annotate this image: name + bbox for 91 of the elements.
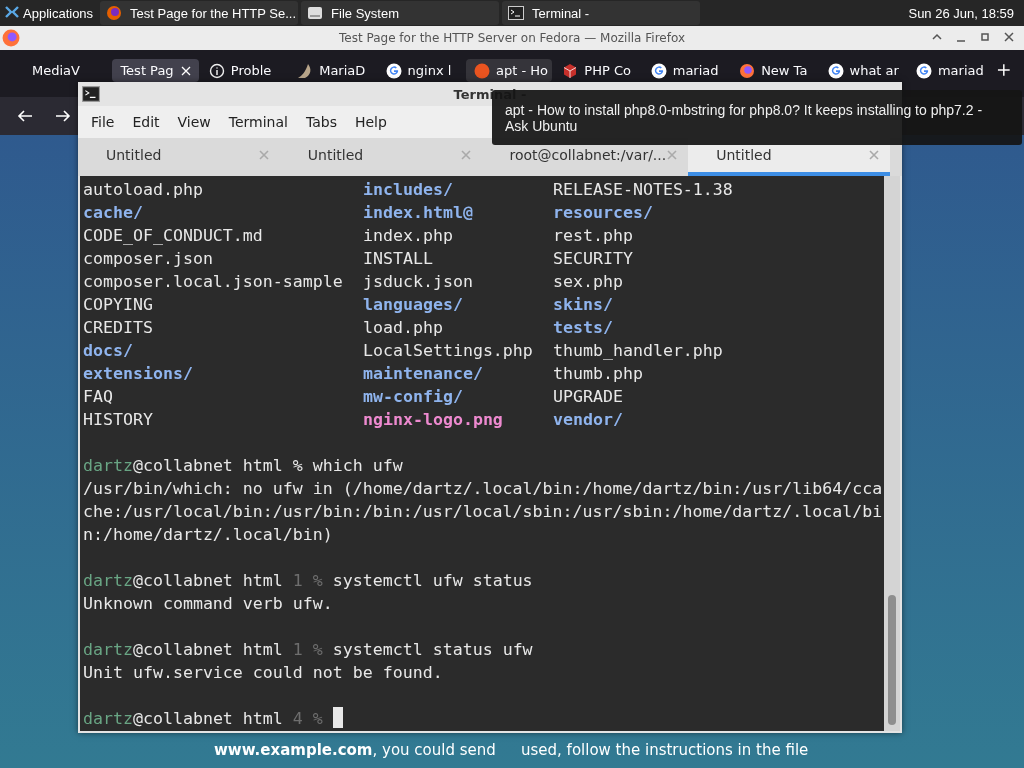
file-name: load.php [363, 318, 443, 337]
output-line: /usr/bin/which: no ufw in (/home/dartz/.local/bin:/home/dartz/bin:/usr/lib64/cca [83, 478, 883, 500]
output-line: Unknown command verb ufw. [83, 593, 333, 615]
cube-icon [562, 62, 579, 79]
menu-item[interactable]: Help [345, 114, 396, 130]
file-name: sex.php [553, 272, 623, 291]
browser-tab[interactable]: New Ta [731, 59, 818, 82]
browser-tab[interactable]: Test Pag [112, 59, 199, 82]
file-name: autoload.php [83, 180, 203, 199]
menu-item[interactable]: Tabs [296, 114, 346, 130]
prompt-line: dartz@collabnet html 4 % [83, 708, 324, 730]
browser-tab[interactable]: what ar [819, 59, 906, 82]
applications-menu[interactable]: Applications [0, 5, 98, 21]
drive-icon [307, 5, 324, 21]
file-name: thumb_handler.php [553, 341, 723, 360]
clock: Sun 26 Jun, 18:59 [908, 5, 1015, 21]
file-name: mw-config/ [363, 387, 463, 406]
file-name: index.php [363, 226, 453, 245]
output-line: n:/home/dartz/.local/bin) [83, 524, 333, 546]
file-name: tests/ [553, 318, 613, 337]
file-name: composer.local.json-sample [83, 272, 343, 291]
browser-tab[interactable]: nginx l [377, 59, 464, 82]
browser-tab[interactable]: apt - Ho [465, 59, 553, 82]
google-icon [385, 62, 402, 79]
output-line: Unit ufw.service could not be found. [83, 662, 443, 684]
close-icon[interactable] [1002, 30, 1016, 44]
file-name: FAQ [83, 387, 113, 406]
scrollbar-thumb[interactable] [888, 595, 896, 725]
terminal-tab[interactable]: Untitled [78, 138, 280, 176]
browser-tab[interactable]: Proble [200, 59, 288, 82]
file-name: vendor/ [553, 410, 623, 429]
maximize-icon[interactable] [978, 30, 992, 44]
prompt-line: dartz@collabnet html % which ufw [83, 455, 403, 477]
file-name: jsduck.json [363, 272, 473, 291]
google-icon [915, 62, 932, 79]
file-name: skins/ [553, 295, 613, 314]
file-name: maintenance/ [363, 364, 483, 383]
taskbar-button[interactable]: File System [301, 1, 500, 25]
file-name: nginx-logo.png [363, 410, 503, 429]
file-name: LocalSettings.php [363, 341, 533, 360]
file-name: COPYING [83, 295, 153, 314]
file-name: composer.json [83, 249, 213, 268]
task-label: File System [331, 5, 399, 21]
browser-tab[interactable]: MediaV [24, 59, 111, 82]
page-text: used, follow the instructions in the file [521, 741, 810, 760]
window-title: Test Page for the HTTP Server on Fedora — Mozilla Firefox [339, 31, 685, 45]
file-name: rest.php [553, 226, 633, 245]
task-label: Terminal - [532, 5, 590, 21]
terminal-tab[interactable]: root@collabnet:/var/... [481, 138, 689, 176]
browser-tab[interactable]: MariaD [289, 59, 376, 82]
file-name: thumb.php [553, 364, 643, 383]
ask-icon [473, 62, 490, 79]
file-name: index.html@ [363, 203, 473, 222]
browser-tab[interactable]: mariad [642, 59, 730, 82]
google-icon [827, 62, 844, 79]
file-name: INSTALL [363, 249, 433, 268]
file-name: RELEASE-NOTES-1.38 [553, 180, 733, 199]
new-tab-icon[interactable] [996, 62, 1012, 78]
firefox-icon [2, 29, 20, 47]
menu-item[interactable]: Terminal [219, 114, 297, 130]
file-name: includes/ [363, 180, 453, 199]
task-label: Test Page for the HTTP Se... [130, 5, 297, 21]
firefox-icon [739, 62, 756, 79]
terminal-icon [82, 85, 100, 103]
file-name: extensions/ [83, 364, 193, 383]
terminal-icon [508, 5, 525, 21]
google-icon [650, 62, 667, 79]
output-line: che:/usr/local/bin:/usr/bin:/bin:/usr/local/sbin:/usr/sbin:/home/dartz/.local/bi [83, 501, 883, 523]
prompt-line: dartz@collabnet html 1 % systemctl ufw status [83, 570, 533, 592]
file-name: docs/ [83, 341, 133, 360]
taskbar-button[interactable]: Terminal - [502, 1, 701, 25]
file-name: languages/ [363, 295, 463, 314]
menu-item[interactable]: File [82, 114, 124, 130]
prompt-line: dartz@collabnet html 1 % systemctl status ufw [83, 639, 533, 661]
file-name: resources/ [553, 203, 653, 222]
browser-tab[interactable]: PHP Co [554, 59, 641, 82]
file-name: CREDITS [83, 318, 153, 337]
file-name: CODE_OF_CONDUCT.md [83, 226, 263, 245]
scrollbar[interactable] [884, 176, 900, 731]
info-icon [208, 62, 225, 79]
page-text: www.example.com, you could send [214, 741, 497, 760]
firefox-icon [106, 5, 123, 21]
file-name: SECURITY [553, 249, 633, 268]
taskbar-button[interactable]: Test Page for the HTTP Se... [100, 1, 299, 25]
file-name: cache/ [83, 203, 143, 222]
browser-tab[interactable]: mariad [907, 59, 995, 82]
menu-item[interactable]: View [168, 114, 220, 130]
terminal-tab[interactable]: Untitled [279, 138, 482, 176]
file-name: UPGRADE [553, 387, 623, 406]
menu-item[interactable]: Edit [123, 114, 169, 130]
file-name: HISTORY [83, 410, 153, 429]
